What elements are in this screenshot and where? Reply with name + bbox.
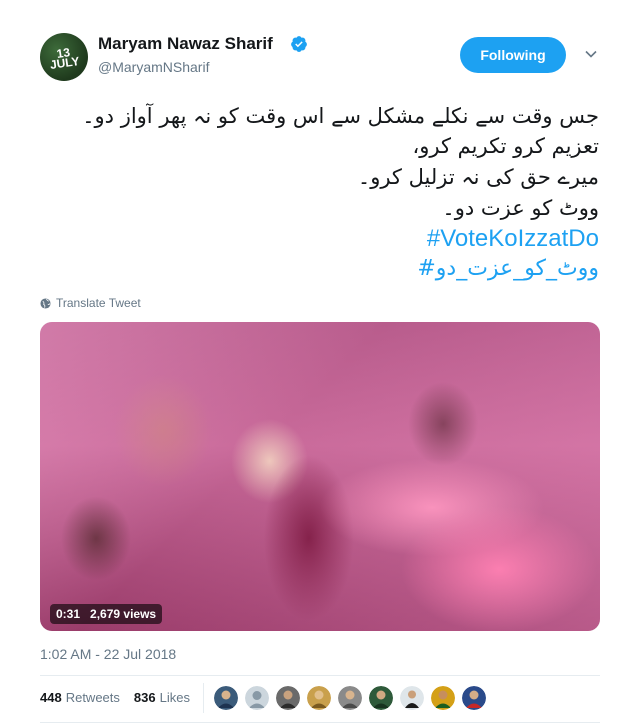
liker-avatars	[214, 686, 486, 710]
chevron-down-icon[interactable]	[584, 47, 598, 61]
hashtag-link[interactable]: #ووٹ_کو_عزت_دو	[417, 256, 599, 281]
liker-avatar[interactable]	[338, 686, 362, 710]
video-duration: 0:31	[56, 607, 81, 621]
liker-avatar[interactable]	[214, 686, 238, 710]
divider	[40, 675, 600, 676]
liker-avatar[interactable]	[276, 686, 300, 710]
translate-tweet-link[interactable]: Translate Tweet	[40, 296, 141, 310]
author-name[interactable]: Maryam Nawaz Sharif	[98, 34, 273, 54]
divider	[203, 683, 204, 713]
likes-stat[interactable]: 836 Likes	[134, 690, 190, 705]
author-handle[interactable]: @MaryamNSharif	[98, 59, 209, 75]
video-player[interactable]	[40, 322, 600, 631]
retweets-label: Retweets	[65, 690, 120, 705]
tweet-timestamp[interactable]: 1:02 AM - 22 Jul 2018	[40, 646, 176, 662]
verified-badge-icon	[291, 36, 307, 52]
video-views: 2,679 views	[90, 607, 157, 621]
liker-avatar[interactable]	[462, 686, 486, 710]
likes-count: 836	[133, 690, 156, 705]
translate-label[interactable]: Translate Tweet	[56, 296, 141, 310]
video-frame	[40, 322, 600, 631]
tweet-text-line: تعزیم کرو تکریم کرو،	[412, 134, 600, 158]
avatar-text: 13 JULY	[49, 45, 81, 72]
liker-avatar[interactable]	[431, 686, 455, 710]
divider	[40, 722, 600, 723]
retweets-stat[interactable]: 448 Retweets	[40, 690, 120, 705]
likes-label: Likes	[159, 690, 190, 705]
hashtag-link[interactable]: #VoteKoIzzatDo	[427, 225, 599, 253]
liker-avatar[interactable]	[369, 686, 393, 710]
tweet-text-line: میرے حق کی نہ تزلیل کرو۔	[357, 165, 599, 189]
globe-icon	[40, 297, 51, 309]
liker-avatar[interactable]	[307, 686, 331, 710]
video-info-badge: 0:31 2,679 views	[50, 604, 163, 624]
tweet-text-line: جس وقت سے نکلے مشکل سے اس وقت کو نہ پھر …	[82, 104, 599, 128]
retweets-count: 448	[40, 690, 62, 705]
tweet-stats: 448 Retweets 836 Likes	[40, 690, 190, 705]
avatar[interactable]: 13 JULY	[40, 33, 88, 81]
following-button[interactable]: Following	[460, 37, 566, 73]
tweet-card: 13 JULY Maryam Nawaz Sharif @MaryamNShar…	[0, 0, 639, 725]
tweet-text-line: ووٹ کو عزت دو۔	[442, 196, 599, 220]
liker-avatar[interactable]	[400, 686, 424, 710]
liker-avatar[interactable]	[245, 686, 269, 710]
